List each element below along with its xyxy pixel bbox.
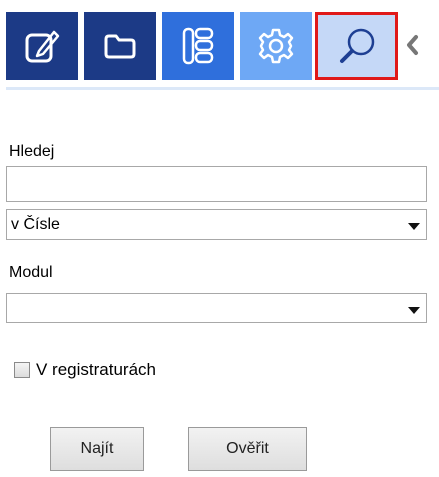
- toolbar-divider: [6, 87, 439, 90]
- tab-documents[interactable]: [6, 12, 78, 80]
- search-in-select[interactable]: v Čísle: [6, 209, 427, 240]
- collapse-panel-button[interactable]: [402, 27, 422, 63]
- registry-checkbox-label: V registraturách: [36, 360, 156, 379]
- verify-button[interactable]: Ověřit: [188, 427, 307, 471]
- gear-icon: [258, 28, 294, 64]
- dropdown-arrow-icon: [408, 223, 420, 230]
- edit-document-icon: [25, 30, 60, 63]
- list-icon: [182, 27, 214, 65]
- chevron-left-icon: [407, 35, 418, 55]
- module-select[interactable]: [6, 293, 427, 323]
- registry-checkbox-row: V registraturách: [14, 360, 156, 380]
- tab-folders[interactable]: [84, 12, 156, 80]
- search-field[interactable]: [6, 166, 427, 202]
- tab-search[interactable]: [315, 12, 398, 80]
- tab-settings[interactable]: [240, 12, 312, 80]
- registry-checkbox[interactable]: [14, 362, 30, 378]
- folder-icon: [104, 34, 136, 59]
- find-button[interactable]: Najít: [50, 427, 144, 471]
- module-label: Modul: [9, 264, 53, 281]
- search-input[interactable]: [7, 167, 426, 201]
- search-in-value: v Čísle: [11, 215, 60, 233]
- search-icon: [339, 28, 374, 63]
- tab-list[interactable]: [162, 12, 234, 80]
- toolbar: [0, 0, 439, 92]
- dropdown-arrow-icon: [408, 306, 420, 314]
- search-label: Hledej: [9, 143, 55, 160]
